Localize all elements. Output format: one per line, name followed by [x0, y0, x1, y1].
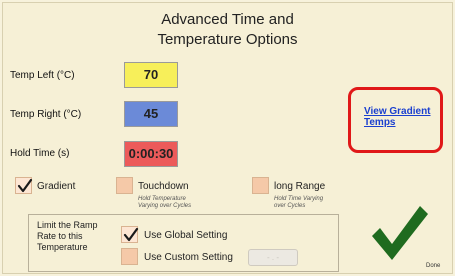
- page-title-line-2: Temperature Options: [157, 31, 298, 48]
- use-custom-label: Use Custom Setting: [144, 252, 233, 263]
- touchdown-label: Touchdown: [138, 181, 189, 192]
- page-title-line-1: Advanced Time and: [161, 11, 294, 28]
- temp-left-label: Temp Left (°C): [10, 70, 75, 81]
- use-global-label: Use Global Setting: [144, 230, 228, 241]
- ramp-label-line-3: Temperature: [37, 242, 88, 252]
- gradient-checkbox[interactable]: [15, 177, 33, 194]
- gradient-link-line-1: View Gradient: [364, 106, 431, 117]
- checkmark-icon: [123, 227, 139, 242]
- ramp-limit-label: Limit the Ramp Rate to this Temperature: [37, 220, 107, 253]
- touchdown-subtext: Hold Temperature Varying over Cycles: [138, 196, 191, 210]
- use-global-checkbox[interactable]: [121, 226, 139, 243]
- view-gradient-temps-link[interactable]: View Gradient Temps: [364, 106, 444, 128]
- hold-time-input[interactable]: 0:00:30: [124, 141, 178, 167]
- hold-time-label: Hold Time (s): [10, 148, 70, 159]
- touchdown-checkbox[interactable]: [116, 177, 133, 194]
- done-check-icon[interactable]: [368, 200, 430, 264]
- touchdown-subtext-line-1: Hold Temperature: [138, 196, 186, 202]
- temp-left-input[interactable]: 70: [124, 62, 178, 88]
- gradient-link-line-2: Temps: [364, 117, 396, 128]
- gradient-label: Gradient: [37, 181, 76, 192]
- custom-ramp-value-button[interactable]: - . -: [248, 249, 298, 266]
- long-range-checkbox[interactable]: [252, 177, 269, 194]
- long-range-label: long Range: [274, 181, 326, 192]
- use-custom-checkbox[interactable]: [121, 248, 138, 265]
- long-range-subtext-line-1: Hold Time Varying: [274, 196, 324, 202]
- touchdown-subtext-line-2: Varying over Cycles: [138, 203, 192, 209]
- temp-right-input[interactable]: 45: [124, 101, 178, 127]
- long-range-subtext-line-2: over Cycles: [274, 203, 306, 209]
- ramp-label-line-1: Limit the Ramp: [37, 220, 98, 230]
- checkmark-icon: [17, 178, 33, 193]
- long-range-subtext: Hold Time Varying over Cycles: [274, 196, 323, 210]
- ramp-label-line-2: Rate to this: [37, 231, 83, 241]
- temp-right-label: Temp Right (°C): [10, 109, 82, 120]
- done-label: Done: [426, 263, 441, 269]
